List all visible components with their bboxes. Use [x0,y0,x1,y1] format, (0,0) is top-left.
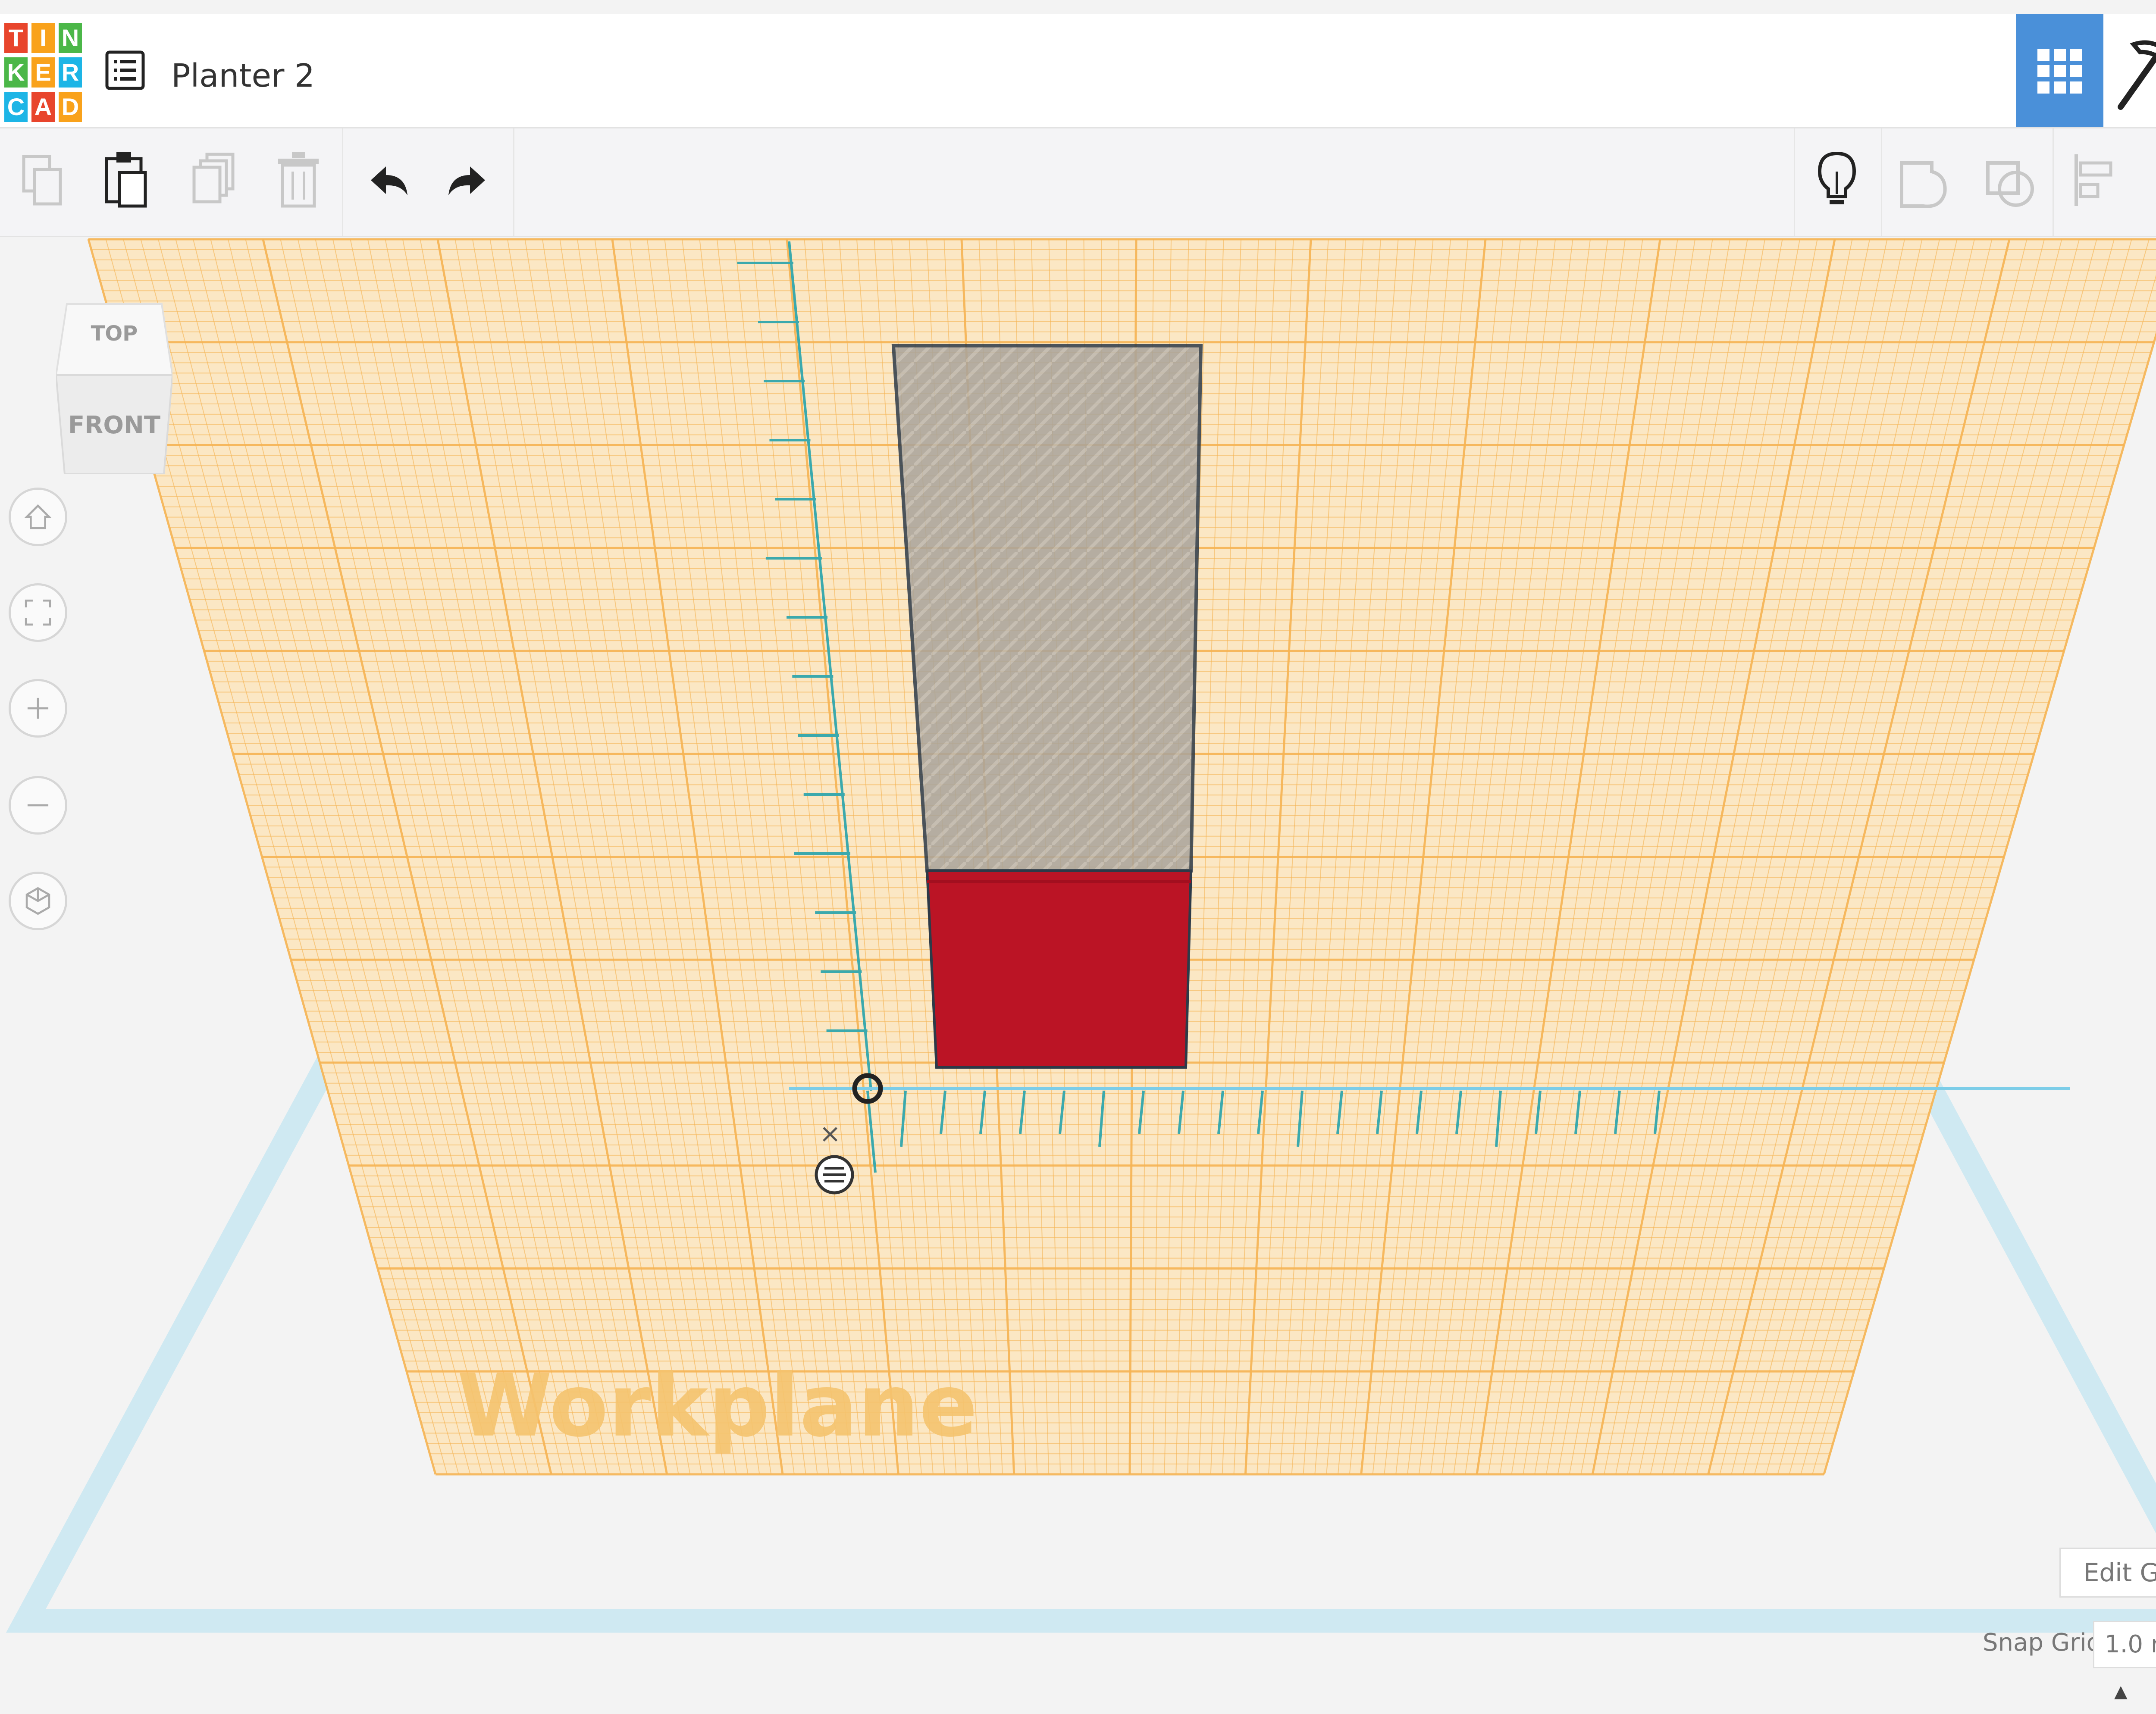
build-view-button[interactable] [2103,14,2156,127]
logo-letter: N [59,23,82,53]
edit-toolbar [0,128,2156,237]
design-title[interactable]: Planter 2 [171,57,315,94]
snap-grid-select[interactable]: 1.0 mm ▲ [2093,1621,2156,1701]
zoom-out-icon [27,804,49,807]
copy-icon [22,155,62,206]
zoom-in-button[interactable] [9,679,67,738]
ruler-close-icon[interactable]: × [819,1119,841,1149]
logo-letter: D [59,92,82,122]
logo-letter: R [59,57,82,88]
workplane-label: Workplane [457,1356,978,1456]
mirror-icon [2150,146,2156,215]
view-cube-top-label: TOP [91,322,138,346]
snap-grid-arrow-icon: ▲ [2114,1682,2128,1701]
redo-icon [448,166,485,195]
toolbar-separator [2053,128,2054,236]
snap-grid-label: Snap Grid [1983,1629,2102,1657]
paste-icon [105,152,147,208]
logo-letter: I [31,23,55,53]
zoom-in-icon [27,697,49,719]
toolbar-separator [1881,128,1882,236]
logo-letter: K [4,57,28,88]
tinkercad-logo[interactable]: TIN KER CAD [4,23,83,128]
duplicate-icon [192,153,235,203]
align-icon [2075,154,2112,206]
top-bar: TIN KER CAD Planter 2 [0,14,2156,128]
3d-viewport[interactable]: Workplane × TOP FRONT [0,237,2156,1676]
ruler-menu-icon[interactable] [815,1155,854,1195]
undo-button[interactable] [354,146,418,215]
fit-view-button[interactable] [9,583,67,642]
view-cube-front-label: FRONT [68,411,160,439]
logo-letter: A [31,92,55,122]
design-list-button[interactable] [103,49,147,92]
duplicate-button[interactable] [181,146,246,215]
mirror-button[interactable] [2150,146,2156,215]
logo-letter: C [4,92,28,122]
perspective-toggle-button[interactable] [9,872,67,930]
group-button[interactable] [1891,146,1955,215]
toolbar-separator [342,128,343,236]
undo-icon [371,166,407,195]
home-view-button[interactable] [9,488,67,546]
edit-grid-button[interactable]: Edit Grid [2059,1548,2156,1598]
build-pickaxe-icon [2118,40,2156,110]
view-cube[interactable]: TOP FRONT [55,302,174,475]
notes-button[interactable] [1805,146,1869,215]
perspective-icon [25,887,50,915]
ungroup-icon [1986,161,2034,207]
list-icon [105,50,145,90]
grid-view-icon [2037,49,2082,94]
toolbar-separator [1794,128,1795,236]
paste-button[interactable] [93,146,157,215]
hole-shape[interactable] [891,344,1203,873]
logo-letter: T [4,23,28,53]
trash-icon [278,152,319,208]
red-solid-shape[interactable] [925,870,1193,1069]
home-icon [24,504,52,529]
3d-design-view-button[interactable] [2016,14,2103,127]
logo-letter: E [31,57,55,88]
snap-grid-value: 1.0 mm [2105,1630,2156,1658]
toolbar-separator [513,128,514,236]
copy-button[interactable] [11,146,75,215]
zoom-out-button[interactable] [9,776,67,835]
align-button[interactable] [2063,146,2128,215]
group-icon [1900,161,1947,208]
redo-button[interactable] [438,146,502,215]
workplane-scene[interactable]: Workplane × [0,237,2156,1676]
delete-button[interactable] [266,146,331,215]
ungroup-button[interactable] [1977,146,2042,215]
fit-view-icon [25,599,51,626]
lightbulb-icon [1818,151,1856,204]
